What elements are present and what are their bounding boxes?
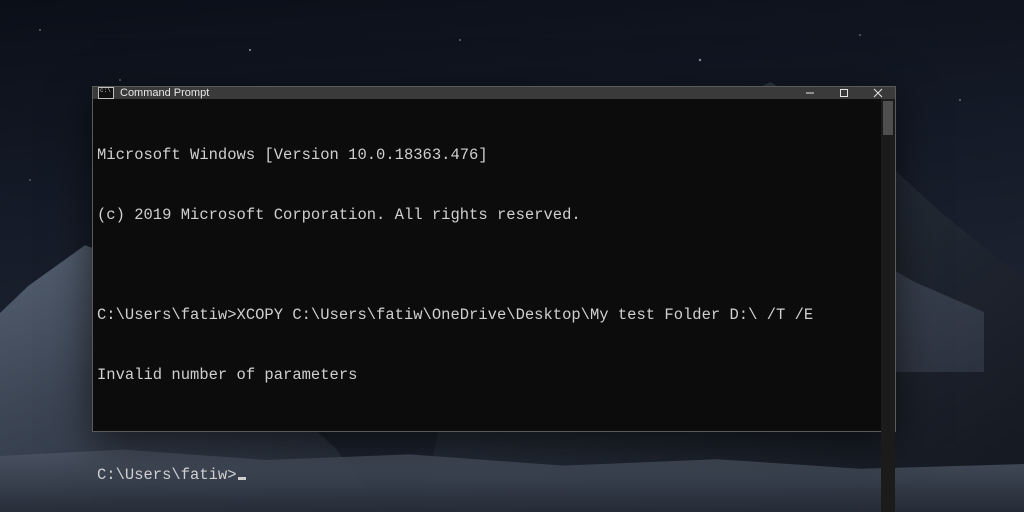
command-prompt-icon	[98, 87, 114, 99]
titlebar[interactable]: Command Prompt	[93, 87, 895, 99]
vertical-scrollbar[interactable]	[881, 99, 895, 512]
minimize-button[interactable]	[793, 87, 827, 99]
command-prompt-window[interactable]: Command Prompt Microsoft Windows [Versio…	[92, 86, 896, 432]
console-prompt-line: C:\Users\fatiw>	[97, 465, 875, 485]
maximize-icon	[839, 88, 849, 98]
console-area: Microsoft Windows [Version 10.0.18363.47…	[93, 99, 895, 512]
console-line: C:\Users\fatiw>XCOPY C:\Users\fatiw\OneD…	[97, 305, 875, 325]
console-line: Microsoft Windows [Version 10.0.18363.47…	[97, 145, 875, 165]
console-prompt: C:\Users\fatiw>	[97, 466, 237, 484]
console-line: Invalid number of parameters	[97, 365, 875, 385]
window-controls	[793, 87, 895, 99]
scrollbar-thumb[interactable]	[883, 101, 893, 135]
minimize-icon	[805, 88, 815, 98]
close-button[interactable]	[861, 87, 895, 99]
window-title: Command Prompt	[120, 87, 209, 99]
close-icon	[873, 88, 883, 98]
maximize-button[interactable]	[827, 87, 861, 99]
cursor-icon	[238, 477, 246, 480]
console-line: (c) 2019 Microsoft Corporation. All righ…	[97, 205, 875, 225]
console-output[interactable]: Microsoft Windows [Version 10.0.18363.47…	[93, 99, 881, 512]
